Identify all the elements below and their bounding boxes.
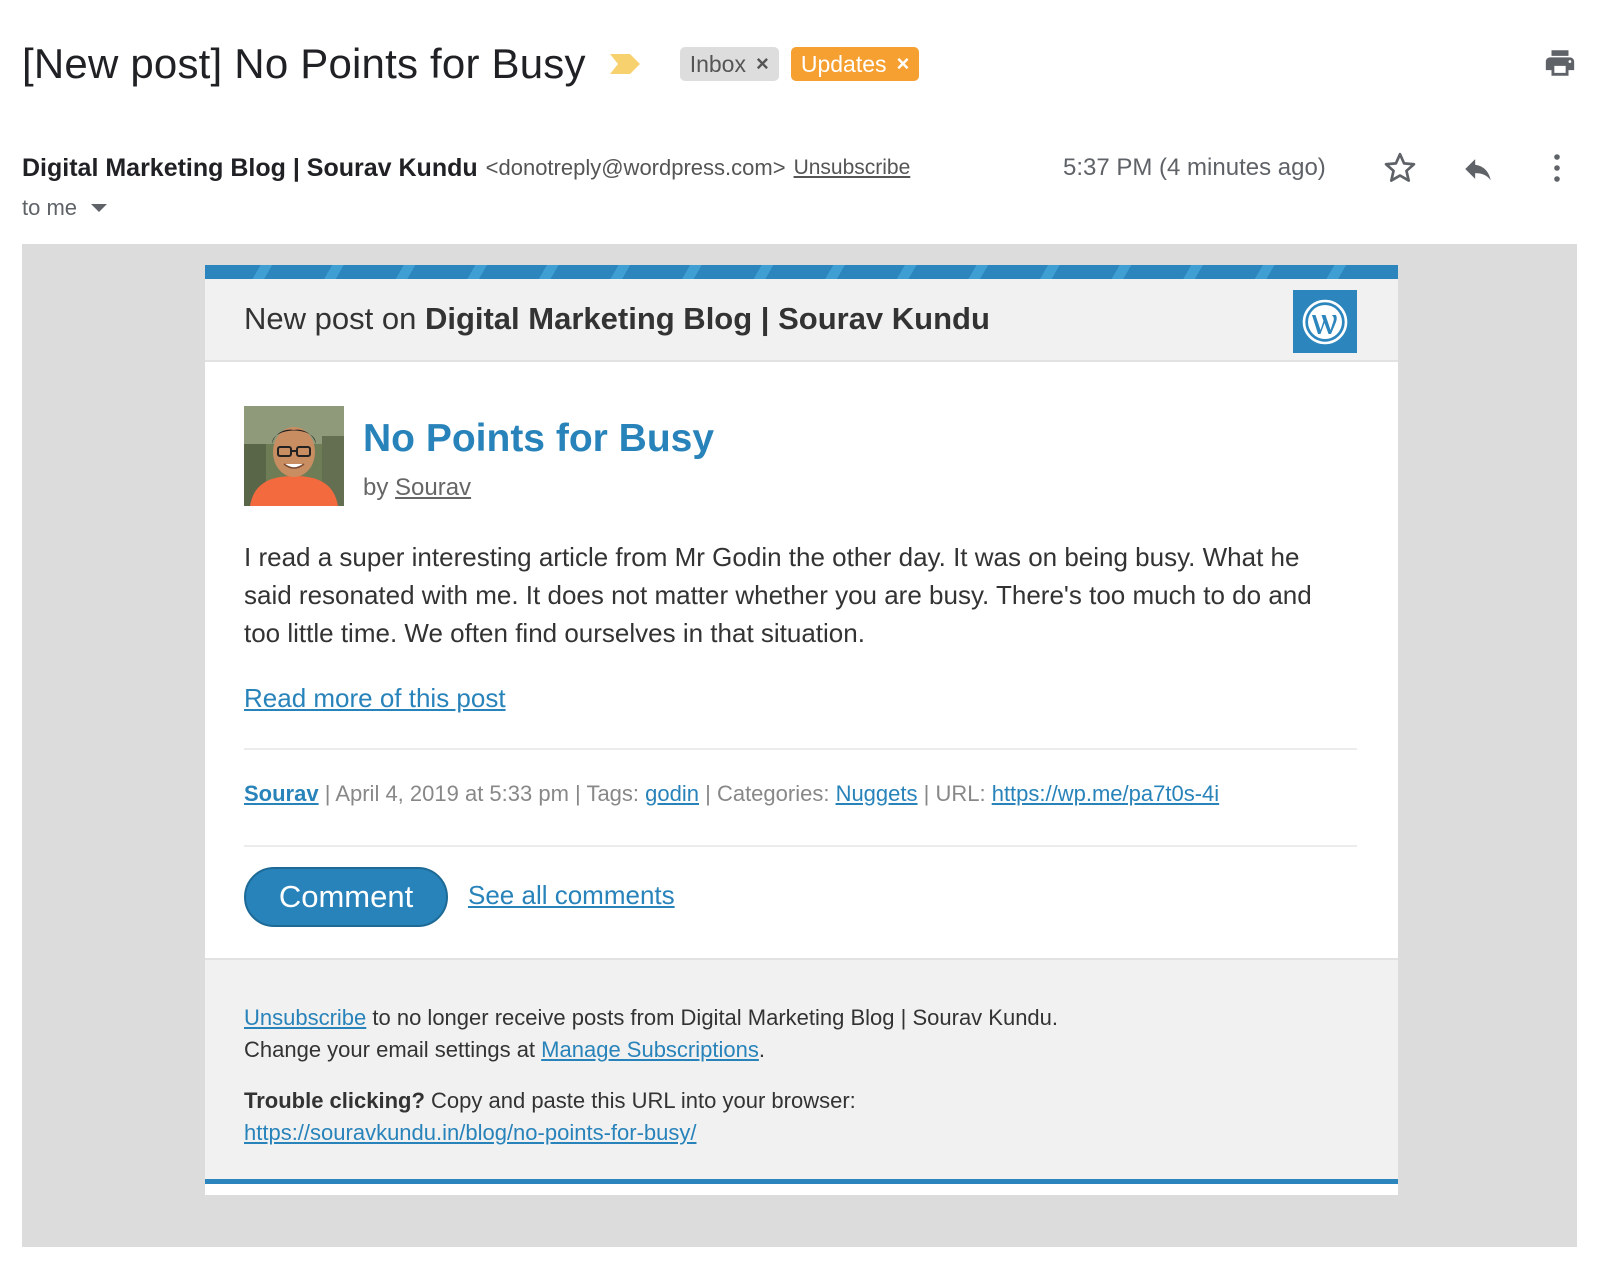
- recipient-text: to me: [22, 195, 78, 220]
- footer-trouble-text: Copy and paste this URL into your browse…: [424, 1088, 856, 1113]
- comment-button[interactable]: Comment: [244, 867, 448, 927]
- post-title[interactable]: No Points for Busy: [363, 417, 714, 461]
- sender-email: <donotreply@wordpress.com>: [485, 155, 786, 180]
- meta-author-link[interactable]: Sourav: [244, 781, 319, 806]
- post-url-link[interactable]: https://souravkundu.in/blog/no-points-fo…: [244, 1120, 696, 1145]
- divider: [244, 845, 1357, 847]
- byline-prefix: by: [363, 474, 396, 501]
- email-timestamp: 5:37 PM (4 minutes ago): [1063, 154, 1326, 181]
- more-vert-icon[interactable]: [1545, 150, 1569, 186]
- unsubscribe-link[interactable]: Unsubscribe: [794, 156, 911, 180]
- post-meta: Sourav | April 4, 2019 at 5:33 pm | Tags…: [244, 781, 1219, 807]
- header-text: New post on Digital Marketing Blog | Sou…: [244, 301, 990, 337]
- footer-settings-line: Change your email settings at Manage Sub…: [244, 1037, 765, 1063]
- author-avatar[interactable]: [244, 406, 344, 506]
- footer-url-line: https://souravkundu.in/blog/no-points-fo…: [244, 1120, 696, 1146]
- post-byline: by Sourav: [363, 474, 471, 502]
- email-card: New post on Digital Marketing Blog | Sou…: [205, 265, 1398, 1195]
- chevron-down-icon: [91, 204, 108, 212]
- footer-unsubscribe-line: Unsubscribe to no longer receive posts f…: [244, 1005, 1058, 1031]
- footer-unsubscribe-link[interactable]: Unsubscribe: [244, 1005, 366, 1030]
- label-updates-text: Updates: [800, 50, 887, 77]
- email-header: New post on Digital Marketing Blog | Sou…: [205, 279, 1398, 362]
- post-excerpt: I read a super interesting article from …: [244, 542, 1312, 648]
- header-prefix: New post on: [244, 301, 425, 336]
- remove-label-inbox-button[interactable]: ×: [756, 53, 769, 75]
- subject-row: [New post] No Points for Busy Inbox × Up…: [22, 36, 920, 92]
- see-all-comments-link[interactable]: See all comments: [468, 880, 675, 911]
- footer-unsubscribe-text: to no longer receive posts from Digital …: [366, 1005, 1059, 1030]
- avatar-photo: [244, 406, 344, 506]
- remove-label-updates-button[interactable]: ×: [897, 53, 910, 75]
- wordpress-logo-icon[interactable]: [1293, 290, 1357, 353]
- footer-settings-text: Change your email settings at: [244, 1037, 542, 1062]
- label-updates[interactable]: Updates ×: [790, 47, 920, 81]
- top-stripe: [205, 265, 1398, 279]
- recipient-toggle[interactable]: to me: [22, 192, 108, 224]
- divider: [244, 748, 1357, 750]
- author-link[interactable]: Sourav: [395, 474, 471, 501]
- bottom-stripe: [205, 1179, 1398, 1184]
- footer-trouble-line: Trouble clicking? Copy and paste this UR…: [244, 1088, 856, 1114]
- meta-categories-label: | Categories:: [699, 781, 836, 806]
- star-icon[interactable]: [1382, 150, 1418, 186]
- category-link[interactable]: Nuggets: [836, 781, 918, 806]
- short-url-link[interactable]: https://wp.me/pa7t0s-4i: [992, 781, 1219, 806]
- footer-settings-end: .: [758, 1037, 765, 1062]
- meta-date: | April 4, 2019 at 5:33 pm | Tags:: [318, 781, 646, 806]
- importance-marker-icon[interactable]: [608, 52, 642, 76]
- header-blog-name: Digital Marketing Blog | Sourav Kundu: [424, 301, 990, 336]
- reply-icon[interactable]: [1460, 152, 1496, 186]
- label-inbox[interactable]: Inbox ×: [679, 47, 779, 81]
- email-footer: Unsubscribe to no longer receive posts f…: [205, 958, 1398, 1184]
- manage-subscriptions-link[interactable]: Manage Subscriptions: [541, 1037, 759, 1062]
- label-inbox-text: Inbox: [689, 50, 746, 77]
- read-more-link[interactable]: Read more of this post: [244, 683, 506, 714]
- meta-url-label: | URL:: [917, 781, 992, 806]
- sender-name: Digital Marketing Blog | Sourav Kundu: [22, 153, 478, 182]
- sender-row: Digital Marketing Blog | Sourav Kundu <d…: [22, 150, 910, 186]
- wordpress-glyph-icon: [1302, 299, 1348, 344]
- footer-trouble-bold: Trouble clicking?: [244, 1088, 425, 1113]
- tag-link[interactable]: godin: [645, 781, 699, 806]
- email-subject: [New post] No Points for Busy: [22, 40, 586, 87]
- print-icon[interactable]: [1543, 46, 1577, 80]
